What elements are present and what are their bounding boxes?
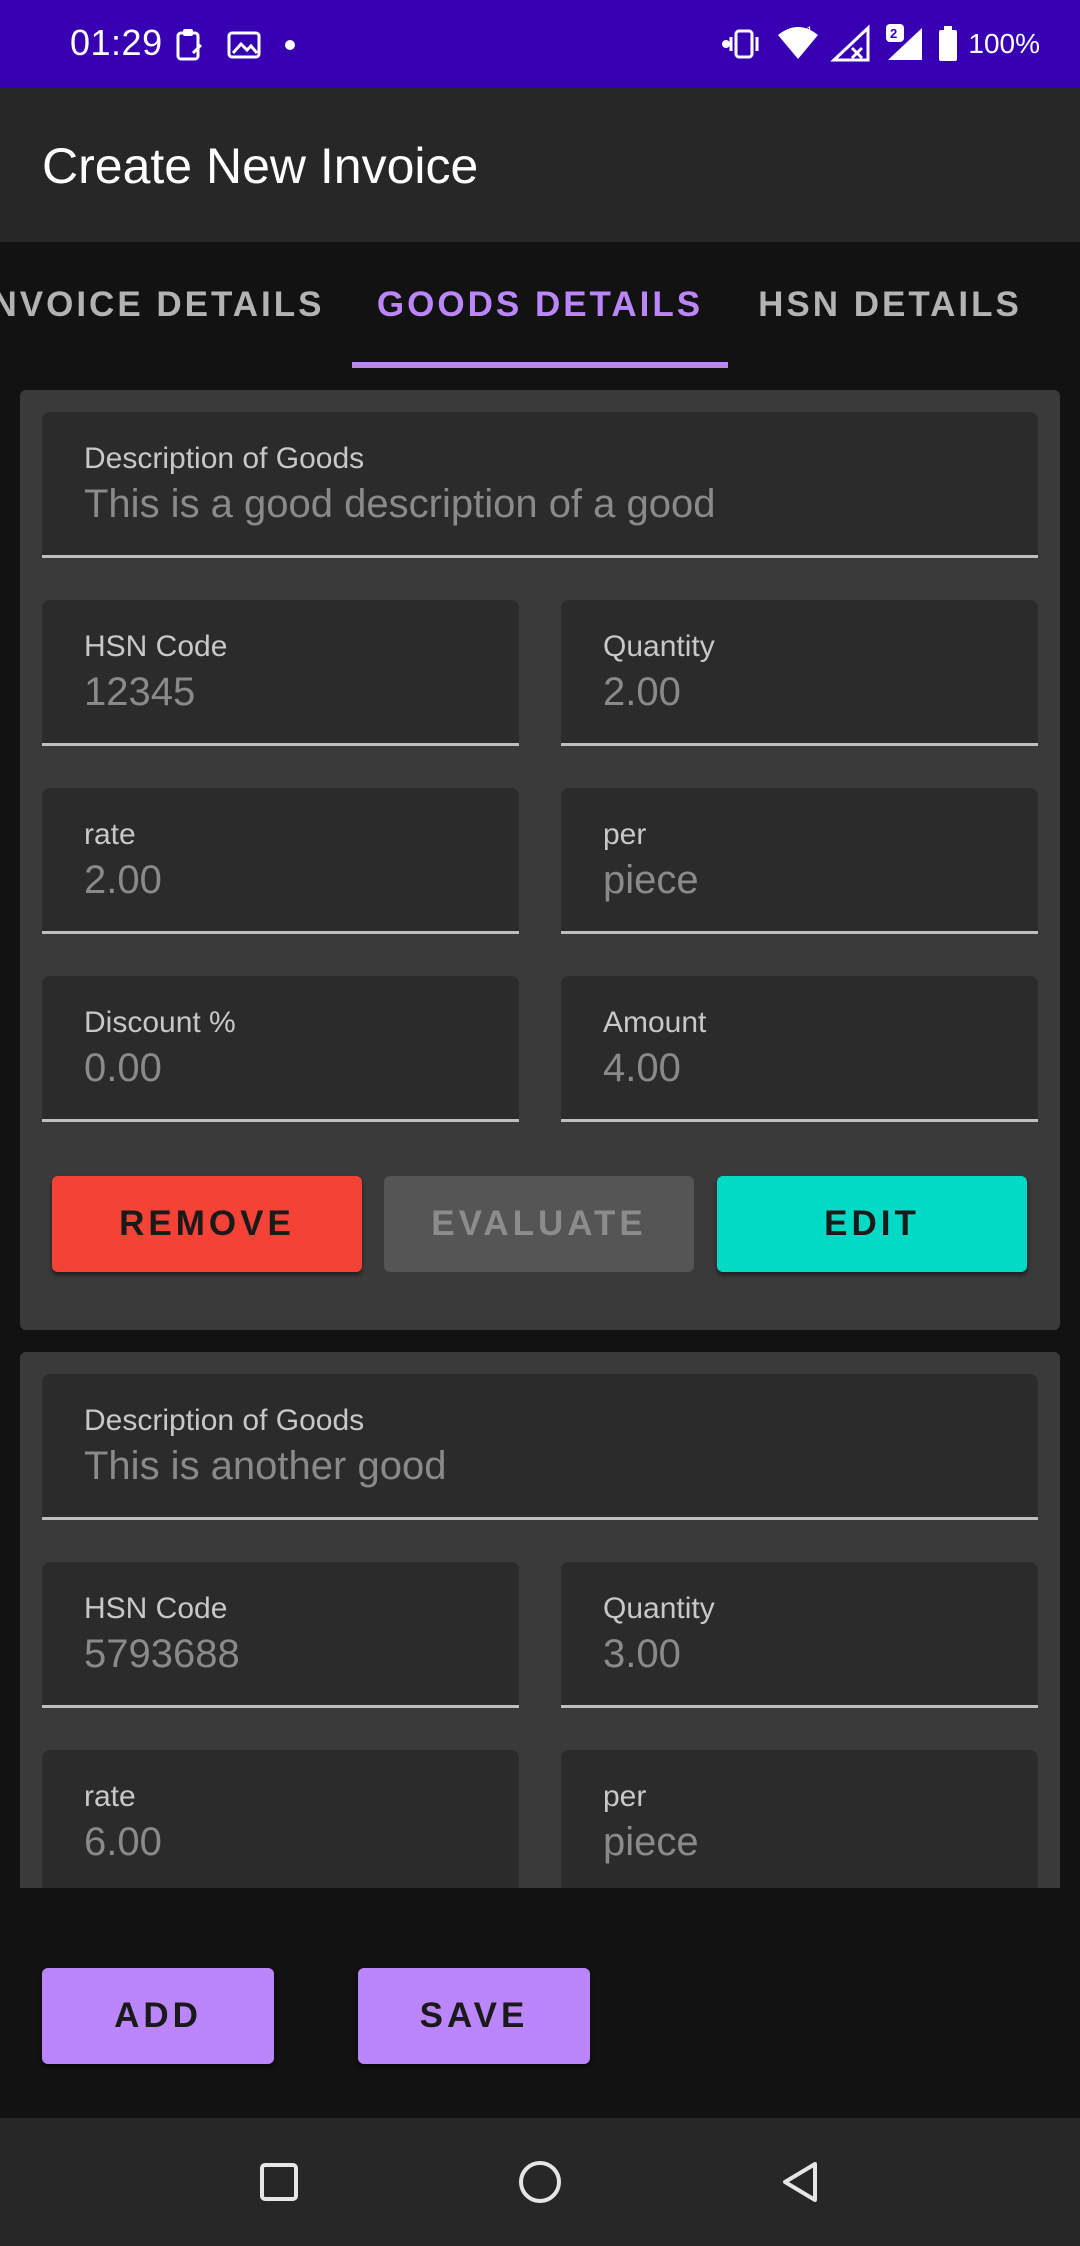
goods-item-card: Description of Goods This is another goo… <box>20 1352 1060 1888</box>
image-icon <box>227 31 261 59</box>
back-triangle-icon <box>783 2162 817 2202</box>
circle-icon <box>519 2161 561 2203</box>
signal-sim2-icon: 2 <box>886 24 923 60</box>
quantity-label: Quantity <box>603 1592 715 1625</box>
rate-value: 2.00 <box>84 858 162 902</box>
quantity-value: 2.00 <box>603 670 681 714</box>
amount-field[interactable]: Amount 4.00 <box>561 976 1038 1122</box>
discount-label: Discount % <box>84 1006 236 1039</box>
rate-field[interactable]: rate 6.00 <box>42 1750 519 1888</box>
per-field[interactable]: per piece <box>561 1750 1038 1888</box>
description-label: Description of Goods <box>84 442 365 475</box>
amount-value: 4.00 <box>603 1046 681 1090</box>
rate-value: 6.00 <box>84 1820 162 1864</box>
description-label: Description of Goods <box>84 1404 365 1437</box>
tab-invoice-details[interactable]: NVOICE DETAILS <box>0 242 328 368</box>
hsn-code-value: 12345 <box>84 670 196 714</box>
app-bar: Create New Invoice <box>0 87 1080 242</box>
recents-button[interactable] <box>247 2150 311 2214</box>
status-bar: 01:29 1 2 100% <box>0 0 1080 87</box>
remove-button[interactable]: REMOVE <box>52 1176 362 1272</box>
hsn-code-value: 5793688 <box>84 1632 240 1676</box>
status-right-icons: 1 2 100% <box>722 22 1040 66</box>
wifi-icon: 1 <box>778 25 819 59</box>
per-field[interactable]: per piece <box>561 788 1038 934</box>
hsn-code-field[interactable]: HSN Code 12345 <box>42 600 519 746</box>
add-button[interactable]: ADD <box>42 1968 274 2064</box>
back-button[interactable] <box>768 2150 832 2214</box>
page-title: Create New Invoice <box>42 138 479 194</box>
quantity-field[interactable]: Quantity 3.00 <box>561 1562 1038 1708</box>
bottom-actions: ADD SAVE <box>0 1888 1080 2118</box>
square-icon <box>260 2163 298 2201</box>
hsn-code-label: HSN Code <box>84 1592 228 1625</box>
discount-value: 0.00 <box>84 1046 162 1090</box>
per-label: per <box>603 1780 647 1813</box>
quantity-label: Quantity <box>603 630 715 663</box>
system-navigation-bar <box>0 2118 1080 2246</box>
description-field[interactable]: Description of Goods This is another goo… <box>42 1374 1038 1520</box>
rate-label: rate <box>84 1780 136 1813</box>
hsn-code-field[interactable]: HSN Code 5793688 <box>42 1562 519 1708</box>
per-value: piece <box>603 858 699 902</box>
per-value: piece <box>603 1820 699 1864</box>
description-value: This is a good description of a good <box>84 482 716 526</box>
tab-bar: NVOICE DETAILS GOODS DETAILS HSN DETAILS <box>0 242 1080 368</box>
rate-label: rate <box>84 818 136 851</box>
signal-sim1-icon <box>830 24 870 62</box>
battery-percentage: 100% <box>968 28 1040 59</box>
evaluate-button[interactable]: EVALUATE <box>384 1176 694 1272</box>
status-time: 01:29 <box>70 22 163 63</box>
tab-goods-details[interactable]: GOODS DETAILS <box>352 242 728 368</box>
tab-hsn-details[interactable]: HSN DETAILS <box>740 242 1040 368</box>
hsn-code-label: HSN Code <box>84 630 228 663</box>
per-label: per <box>603 818 647 851</box>
home-button[interactable] <box>508 2150 572 2214</box>
svg-text:2: 2 <box>890 26 897 41</box>
rate-field[interactable]: rate 2.00 <box>42 788 519 934</box>
quantity-field[interactable]: Quantity 2.00 <box>561 600 1038 746</box>
notification-dot-icon <box>285 40 295 50</box>
vibrate-icon <box>722 29 759 59</box>
status-left-icons <box>173 25 297 65</box>
clipboard-icon <box>176 29 203 61</box>
svg-text:1: 1 <box>806 25 813 38</box>
goods-list[interactable]: Description of Goods This is a good desc… <box>0 368 1080 1888</box>
discount-field[interactable]: Discount % 0.00 <box>42 976 519 1122</box>
goods-item-card: Description of Goods This is a good desc… <box>20 390 1060 1330</box>
save-button[interactable]: SAVE <box>358 1968 590 2064</box>
edit-button[interactable]: EDIT <box>717 1176 1027 1272</box>
amount-label: Amount <box>603 1006 707 1039</box>
description-value: This is another good <box>84 1444 447 1488</box>
battery-icon <box>939 26 958 61</box>
quantity-value: 3.00 <box>603 1632 681 1676</box>
description-field[interactable]: Description of Goods This is a good desc… <box>42 412 1038 558</box>
